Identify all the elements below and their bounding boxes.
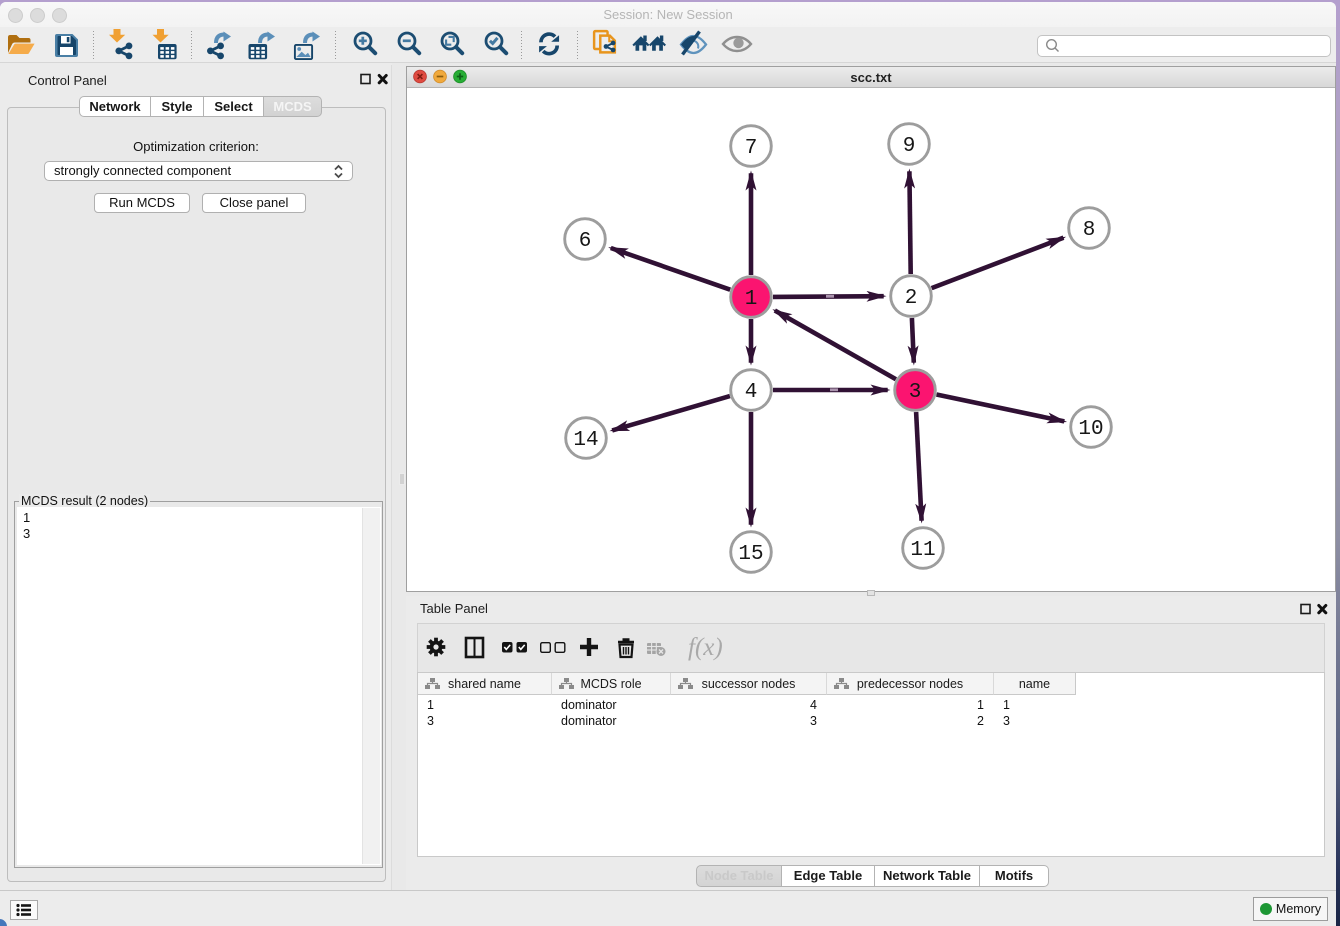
svg-text:10: 10: [1078, 418, 1103, 441]
svg-text:9: 9: [903, 135, 916, 158]
svg-text:8: 8: [1083, 219, 1096, 242]
svg-text:15: 15: [738, 543, 763, 566]
svg-text:4: 4: [745, 381, 758, 404]
svg-text:14: 14: [573, 429, 598, 452]
svg-text:7: 7: [745, 137, 758, 160]
svg-text:11: 11: [910, 539, 935, 562]
svg-text:2: 2: [905, 287, 918, 310]
svg-text:1: 1: [745, 288, 758, 311]
svg-text:3: 3: [909, 381, 922, 404]
svg-text:6: 6: [579, 230, 592, 253]
